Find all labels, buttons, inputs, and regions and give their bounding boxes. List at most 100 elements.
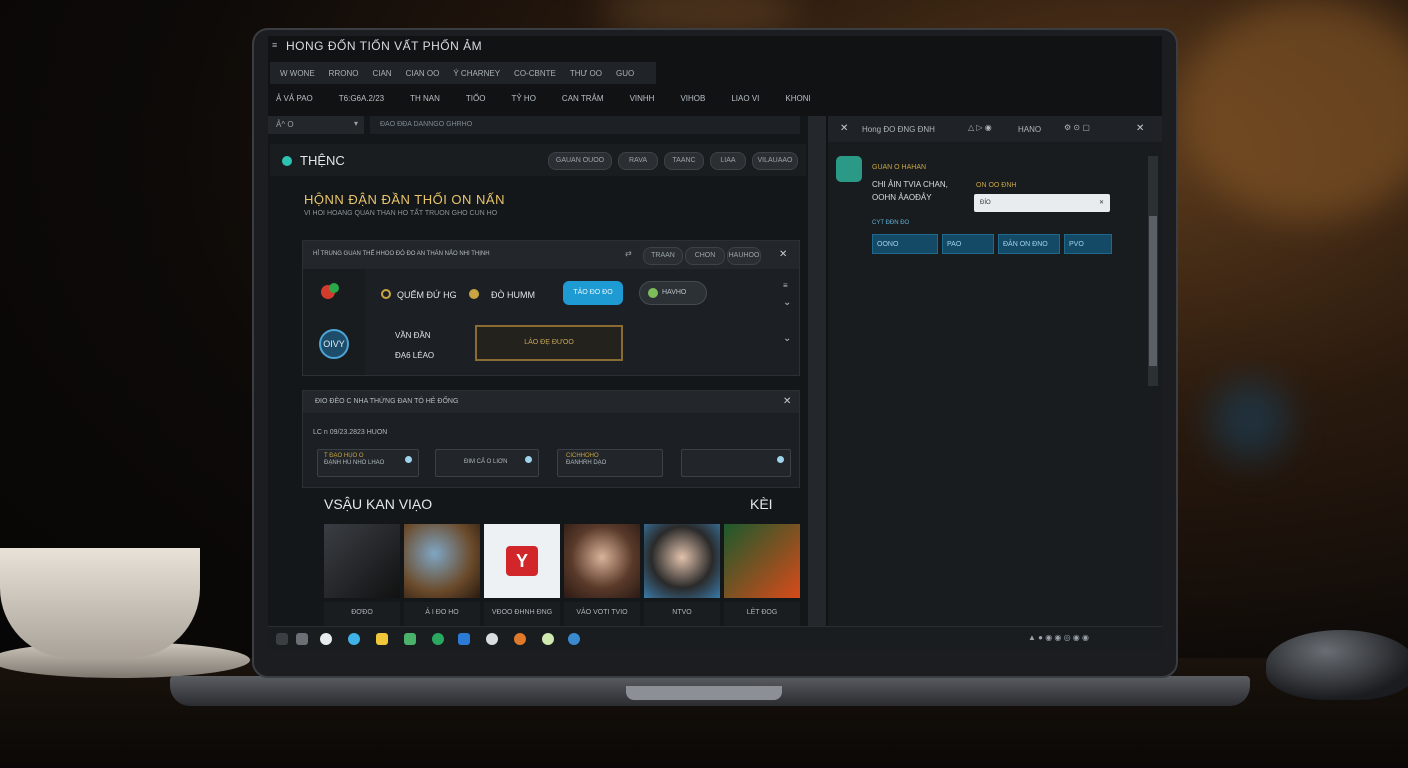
text-field[interactable]: ĐÍO ✕	[974, 194, 1110, 212]
tab[interactable]: KHONI	[785, 94, 810, 110]
menu-icon[interactable]: ≡	[272, 40, 277, 50]
address-left: Ả^ O	[276, 120, 294, 129]
gallery-thumbnail[interactable]	[724, 524, 800, 598]
tag-chip[interactable]: OONO	[872, 234, 938, 254]
tab[interactable]: CAN TRẢM	[562, 94, 604, 110]
chevron-down-icon[interactable]: ⌄	[783, 297, 791, 308]
settings-icon[interactable]: ⚙ ⊙ ▢	[1064, 123, 1090, 132]
chevron-down-icon: ▾	[353, 119, 358, 128]
taskbar-app-icon[interactable]	[514, 633, 526, 645]
info-field-line: T ĐẠO HỤO O	[324, 453, 364, 459]
gallery-caption: ĐƠĐO	[324, 602, 400, 628]
taskbar-app-icon[interactable]	[296, 633, 308, 645]
radio-icon[interactable]	[381, 289, 391, 299]
nav-pill[interactable]: VILAUAAO	[752, 152, 798, 170]
toolbar-icons[interactable]: △ ▷ ◉	[968, 123, 992, 132]
gallery-caption: Ả I ĐO HO	[404, 602, 480, 628]
card-tab[interactable]: TRAAN	[643, 247, 683, 265]
menu-item[interactable]: THƯ OO	[570, 69, 602, 78]
background-light	[1210, 380, 1290, 460]
computer-mouse	[1266, 630, 1408, 700]
gallery-caption: VĐOO ĐHNH ĐNG	[484, 602, 560, 628]
info-field[interactable]: ĐIM CẢ O LIƠN	[435, 449, 539, 477]
side-panel: ✕ Hong ĐO ĐNG ĐNH △ ▷ ◉ HANO ⚙ ⊙ ▢ ✕ GUA…	[828, 116, 1162, 626]
tab[interactable]: TIỐO	[466, 94, 486, 110]
radio-selected-icon[interactable]	[469, 289, 479, 299]
taskbar-app-icon[interactable]	[348, 633, 360, 645]
taskbar-app-icon[interactable]	[568, 633, 580, 645]
taskbar-app-icon[interactable]	[542, 633, 554, 645]
taskbar-app-icon[interactable]	[404, 633, 416, 645]
item-title: GUAN O HAHAN	[872, 164, 927, 171]
date-text: LC n 09/23.2823 HUON	[313, 429, 388, 436]
taskbar-app-icon[interactable]	[486, 633, 498, 645]
tab[interactable]: TH NAN	[410, 94, 440, 110]
tag-chip[interactable]: PVO	[1064, 234, 1112, 254]
gallery-thumbnail[interactable]	[644, 524, 720, 598]
card-tab[interactable]: CHON	[685, 247, 725, 265]
address-bar[interactable]: ĐAO ĐĐA DANNGO GHRHO	[370, 116, 800, 134]
scrollbar[interactable]	[1148, 156, 1158, 386]
gallery-thumbnail[interactable]	[324, 524, 400, 598]
address-dropdown[interactable]: Ả^ O ▾	[268, 116, 364, 134]
menu-item[interactable]: W WONE	[280, 69, 315, 78]
nav-pill[interactable]: TAANC	[664, 152, 704, 170]
scrollbar-thumb[interactable]	[1149, 216, 1157, 366]
tab[interactable]: VINHH	[630, 94, 655, 110]
close-icon[interactable]: ✕	[779, 249, 787, 260]
tab[interactable]: Ả VẢ PAO	[276, 94, 313, 110]
primary-button[interactable]: TẢO ĐO ĐO	[563, 281, 623, 305]
gallery-thumbnail[interactable]	[564, 524, 640, 598]
start-icon[interactable]	[276, 633, 288, 645]
menubar: W WONE RRONO CIAN CIAN OO Ý CHARNEY CO-C…	[270, 62, 656, 84]
gallery-thumbnail[interactable]: Y	[484, 524, 560, 598]
info-field[interactable]: T ĐẠO HỤO O ĐẠNH HU NHO LHAO	[317, 449, 419, 477]
tab[interactable]: VIHOB	[680, 94, 705, 110]
side-panel-header-right: HANO	[1018, 125, 1042, 134]
cloud-app-icon[interactable]	[836, 156, 862, 182]
taskbar-app-icon[interactable]	[376, 633, 388, 645]
close-icon[interactable]: ✕	[840, 123, 848, 134]
menu-item[interactable]: CO-CBNTE	[514, 69, 556, 78]
close-icon[interactable]: ✕	[1099, 194, 1104, 212]
menu-item[interactable]: GUO	[616, 69, 634, 78]
radio-label: ĐÒ HUMM	[491, 290, 535, 300]
card-tab[interactable]: HAUHOO	[727, 247, 761, 265]
text-input[interactable]: LẢO ĐẸ ĐƯOO	[475, 325, 623, 361]
hero-subtitle: VI HOI HOANG QUAN THAN HO TẤT TRUON GHO …	[304, 210, 498, 217]
tab[interactable]: LIAO VI	[731, 94, 759, 110]
laptop-notch	[626, 686, 782, 700]
menu-item[interactable]: RRONO	[329, 69, 359, 78]
menu-item[interactable]: CIAN OO	[406, 69, 440, 78]
nav-pill[interactable]: LIAA	[710, 152, 746, 170]
secondary-button[interactable]: HAVHO	[639, 281, 707, 305]
avatar[interactable]: OIVY	[319, 329, 349, 359]
close-icon[interactable]: ✕	[783, 396, 791, 407]
field-label: ĐẠ6 LÉAO	[395, 351, 435, 360]
info-field[interactable]: CICHHOHO ĐANHRH DẠO	[557, 449, 663, 477]
nav-pill[interactable]: RAVA	[618, 152, 658, 170]
menu-item[interactable]: Ý CHARNEY	[453, 69, 500, 78]
gallery-caption: LẺT ĐOG	[724, 602, 800, 628]
coffee-cup	[0, 548, 200, 658]
tag-chip[interactable]: PAO	[942, 234, 994, 254]
scrollbar[interactable]	[808, 116, 826, 626]
chevron-down-icon[interactable]: ⌄	[783, 333, 791, 344]
system-tray[interactable]: ▲ ● ◉ ◉ ◎ ◉ ◉	[1028, 633, 1089, 642]
tab[interactable]: TỶ HO	[511, 94, 535, 110]
gallery-thumbnail[interactable]	[404, 524, 480, 598]
taskbar-app-icon[interactable]	[320, 633, 332, 645]
taskbar-app-icon[interactable]	[458, 633, 470, 645]
info-field-line: ĐẠNH HU NHO LHAO	[324, 460, 385, 466]
taskbar-app-icon[interactable]	[432, 633, 444, 645]
nav-pill[interactable]: GAUAN OUOO	[548, 152, 612, 170]
chat-icon	[777, 456, 784, 463]
gallery-more-link[interactable]: KÈI	[750, 496, 773, 512]
close-icon[interactable]: ✕	[1136, 123, 1144, 134]
info-field[interactable]	[681, 449, 791, 477]
share-icon[interactable]: ⇄	[625, 249, 632, 258]
tab[interactable]: T6:G6A.2/23	[339, 94, 384, 110]
menu-item[interactable]: CIAN	[372, 69, 391, 78]
menu-icon[interactable]: ≡	[783, 281, 788, 290]
tag-chip[interactable]: ĐẢN ON ĐNO	[998, 234, 1060, 254]
